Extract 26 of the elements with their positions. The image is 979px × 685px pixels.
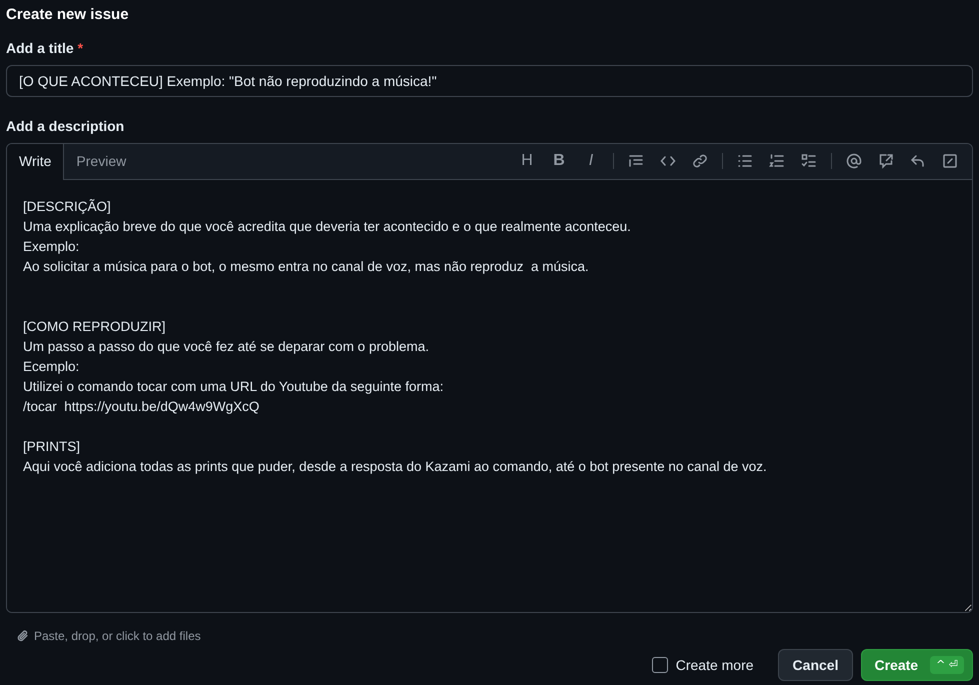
- keyboard-shortcut: ^ ⏎: [930, 656, 964, 674]
- bulleted-list-icon[interactable]: [737, 153, 753, 169]
- reply-arrow-icon[interactable]: [910, 153, 926, 169]
- title-input[interactable]: [O QUE ACONTECEU] Exemplo: "Bot não reproduzindo a música!": [6, 65, 973, 97]
- speech-bubble-arrow-icon[interactable]: [878, 153, 894, 169]
- at-sign-icon[interactable]: [846, 153, 862, 169]
- checkbox[interactable]: [652, 657, 668, 673]
- bold-button[interactable]: B: [543, 147, 575, 175]
- quote-icon[interactable]: [628, 153, 644, 169]
- required-mark: *: [78, 40, 84, 56]
- editor-tab[interactable]: Write: [7, 144, 64, 180]
- task-list-icon[interactable]: [801, 153, 817, 169]
- field-label: Add a title: [6, 40, 74, 56]
- dialog-title: Create new issue: [6, 6, 130, 24]
- field-label: Add a description: [6, 117, 126, 136]
- heading-button[interactable]: H: [511, 147, 543, 175]
- attach-hint[interactable]: Paste, drop, or click to add files: [34, 627, 201, 645]
- numbered-list-icon[interactable]: [769, 153, 785, 169]
- paperclip-icon: [16, 629, 30, 643]
- link-icon[interactable]: [692, 153, 708, 169]
- square-slash-icon[interactable]: [942, 153, 958, 169]
- checkbox-label[interactable]: Create more: [676, 654, 754, 676]
- cancel-button[interactable]: Cancel: [778, 649, 854, 681]
- create-button[interactable]: Create ^ ⏎: [861, 649, 973, 681]
- italic-button[interactable]: I: [575, 147, 607, 175]
- editor-tab[interactable]: Preview: [64, 144, 140, 179]
